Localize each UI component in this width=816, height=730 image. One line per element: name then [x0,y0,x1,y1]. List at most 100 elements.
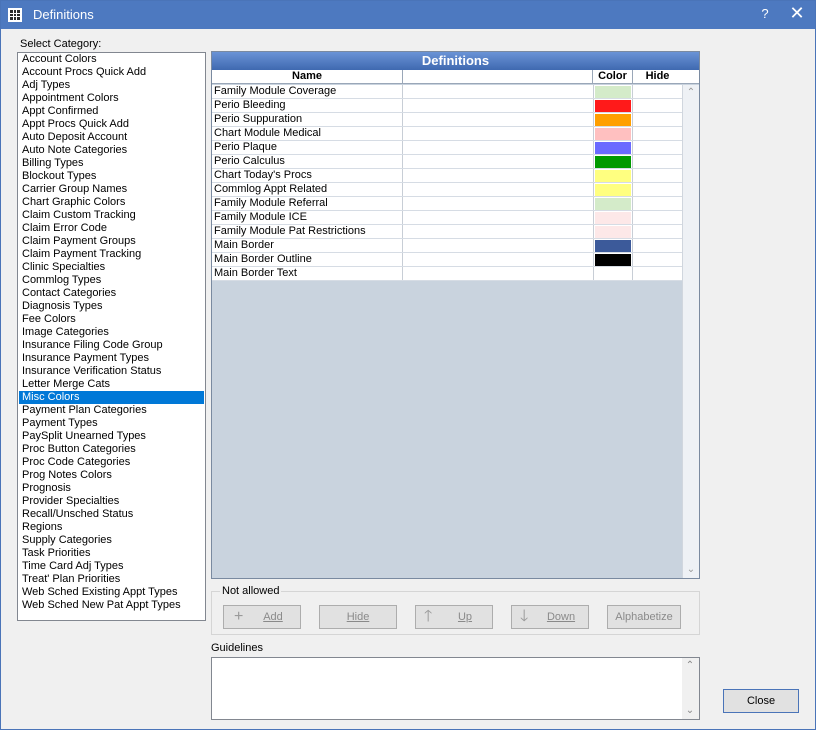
category-item[interactable]: Adj Types [19,79,204,92]
category-item[interactable]: PaySplit Unearned Types [19,430,204,443]
category-item[interactable]: Insurance Payment Types [19,352,204,365]
category-item[interactable]: Chart Graphic Colors [19,196,204,209]
category-item[interactable]: Web Sched New Pat Appt Types [19,599,204,612]
category-item[interactable]: Web Sched Existing Appt Types [19,586,204,599]
guidelines-scrollbar[interactable]: ⌃ ⌄ [682,658,699,719]
color-swatch [595,86,631,98]
color-swatch [595,100,631,112]
category-item[interactable]: Account Procs Quick Add [19,66,204,79]
category-item[interactable]: Claim Payment Tracking [19,248,204,261]
color-swatch [595,212,631,224]
column-header-hide[interactable]: Hide [633,70,682,84]
color-swatch [595,142,631,154]
hide-button[interactable]: Hide [319,605,397,629]
category-item[interactable]: Appointment Colors [19,92,204,105]
column-header-value[interactable] [403,70,593,84]
row-color-cell [593,141,633,154]
category-item[interactable]: Prognosis [19,482,204,495]
category-item[interactable]: Supply Categories [19,534,204,547]
category-item[interactable]: Payment Types [19,417,204,430]
category-item[interactable]: Insurance Verification Status [19,365,204,378]
table-row[interactable]: Family Module Coverage [212,85,682,99]
category-item[interactable]: Carrier Group Names [19,183,204,196]
category-item[interactable]: Clinic Specialties [19,261,204,274]
category-item[interactable]: Appt Procs Quick Add [19,118,204,131]
close-button[interactable]: Close [723,689,799,713]
category-item[interactable]: Image Categories [19,326,204,339]
row-value [402,141,593,154]
alphabetize-button[interactable]: Alphabetize [607,605,681,629]
category-item[interactable]: Task Priorities [19,547,204,560]
table-row[interactable]: Chart Module Medical [212,127,682,141]
table-row[interactable]: Family Module Referral [212,197,682,211]
category-item[interactable]: Claim Error Code [19,222,204,235]
column-header-name[interactable]: Name [212,70,403,84]
row-color-cell [593,169,633,182]
category-item[interactable]: Regions [19,521,204,534]
guidelines-textbox[interactable]: ⌃ ⌄ [211,657,700,720]
guidelines-scroll-down-icon[interactable]: ⌄ [685,706,695,716]
category-item[interactable]: Claim Payment Groups [19,235,204,248]
table-row[interactable]: Family Module ICE [212,211,682,225]
table-row[interactable]: Perio Calculus [212,155,682,169]
close-window-icon[interactable]: ✕ [787,3,807,24]
category-item[interactable]: Prog Notes Colors [19,469,204,482]
category-item[interactable]: Diagnosis Types [19,300,204,313]
row-value [402,169,593,182]
category-item[interactable]: Proc Button Categories [19,443,204,456]
row-value [402,155,593,168]
add-button[interactable]: + Add [223,605,301,629]
down-button[interactable]: 🡓 Down [511,605,589,629]
help-button[interactable]: ? [757,6,773,21]
table-row[interactable]: Perio Bleeding [212,99,682,113]
row-hide [633,225,682,238]
category-item[interactable]: Time Card Adj Types [19,560,204,573]
grid-vertical-scrollbar[interactable]: ⌃ ⌄ [682,85,699,578]
category-item[interactable]: Commlog Types [19,274,204,287]
table-row[interactable]: Main Border Text [212,267,682,281]
category-item[interactable]: Letter Merge Cats [19,378,204,391]
category-item[interactable]: Proc Code Categories [19,456,204,469]
guidelines-scroll-up-icon[interactable]: ⌃ [685,661,695,671]
row-color-cell [593,211,633,224]
table-row[interactable]: Commlog Appt Related [212,183,682,197]
category-item[interactable]: Appt Confirmed [19,105,204,118]
table-row[interactable]: Family Module Pat Restrictions [212,225,682,239]
category-item[interactable]: Fee Colors [19,313,204,326]
color-swatch [595,170,631,182]
table-row[interactable]: Chart Today's Procs [212,169,682,183]
category-item[interactable]: Payment Plan Categories [19,404,204,417]
category-item[interactable]: Contact Categories [19,287,204,300]
category-item[interactable]: Billing Types [19,157,204,170]
column-header-color[interactable]: Color [593,70,633,84]
color-swatch [595,128,631,140]
category-item[interactable]: Insurance Filing Code Group [19,339,204,352]
category-item[interactable]: Account Colors [19,53,204,66]
row-hide [633,253,682,266]
table-row[interactable]: Main Border [212,239,682,253]
category-item[interactable]: Recall/Unsched Status [19,508,204,521]
category-item[interactable]: Claim Custom Tracking [19,209,204,222]
category-item[interactable]: Treat' Plan Priorities [19,573,204,586]
row-value [402,113,593,126]
scroll-up-icon[interactable]: ⌃ [686,88,696,98]
category-item[interactable]: Auto Note Categories [19,144,204,157]
category-item[interactable]: Auto Deposit Account [19,131,204,144]
color-swatch [595,226,631,238]
table-row[interactable]: Perio Suppuration [212,113,682,127]
up-button[interactable]: 🡑 Up [415,605,493,629]
scroll-down-icon[interactable]: ⌄ [686,565,696,575]
color-swatch [595,268,631,280]
category-item[interactable]: Provider Specialties [19,495,204,508]
category-item[interactable]: Misc Colors [19,391,204,404]
grid-rows: Family Module Coverage Perio Bleeding Peri… [212,85,682,281]
category-item[interactable]: Blockout Types [19,170,204,183]
color-swatch [595,254,631,266]
row-name: Commlog Appt Related [214,183,328,195]
row-name: Perio Calculus [214,155,285,167]
table-row[interactable]: Main Border Outline [212,253,682,267]
table-row[interactable]: Perio Plaque [212,141,682,155]
grid-title: Definitions [212,52,699,70]
row-hide [633,155,682,168]
category-list[interactable]: Account Colors Account Procs Quick Add Adj… [17,52,206,621]
